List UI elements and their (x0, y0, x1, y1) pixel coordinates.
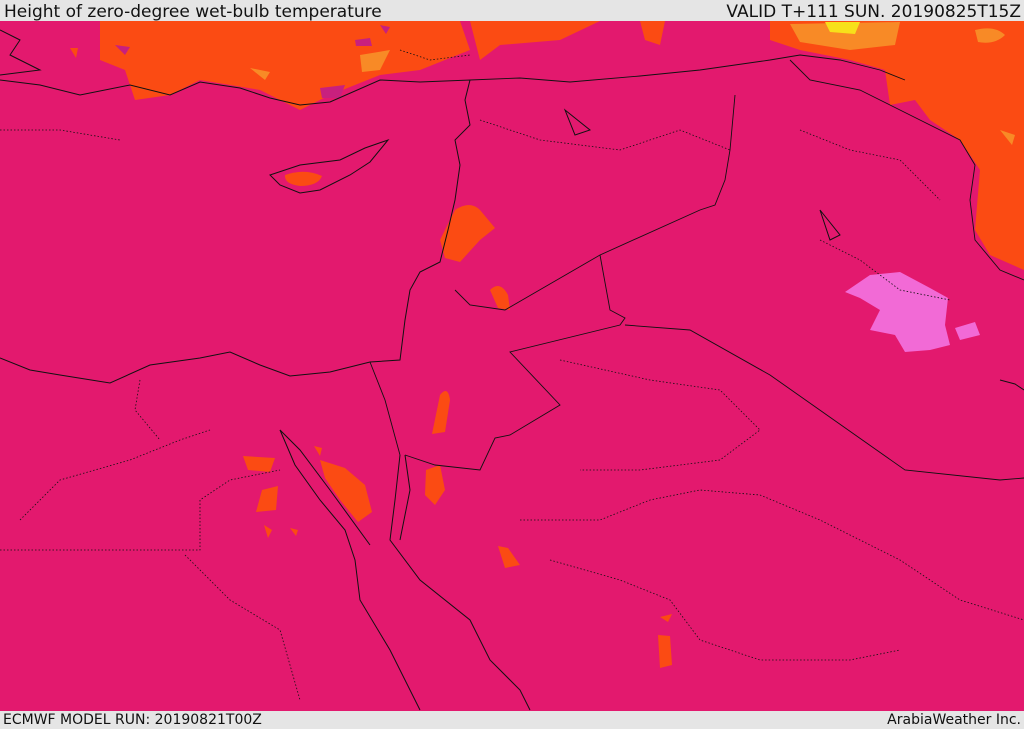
header-bar: Height of zero-degree wet-bulb temperatu… (0, 0, 1024, 22)
valid-time: VALID T+111 SUN. 20190825T15Z (726, 2, 1021, 22)
map-title: Height of zero-degree wet-bulb temperatu… (4, 2, 382, 22)
weather-map (0, 21, 1024, 711)
map-background (0, 21, 1024, 711)
credit-text: ArabiaWeather Inc. (887, 712, 1021, 728)
model-run: ECMWF MODEL RUN: 20190821T00Z (3, 712, 262, 728)
footer-bar: ECMWF MODEL RUN: 20190821T00Z ArabiaWeat… (0, 711, 1024, 729)
